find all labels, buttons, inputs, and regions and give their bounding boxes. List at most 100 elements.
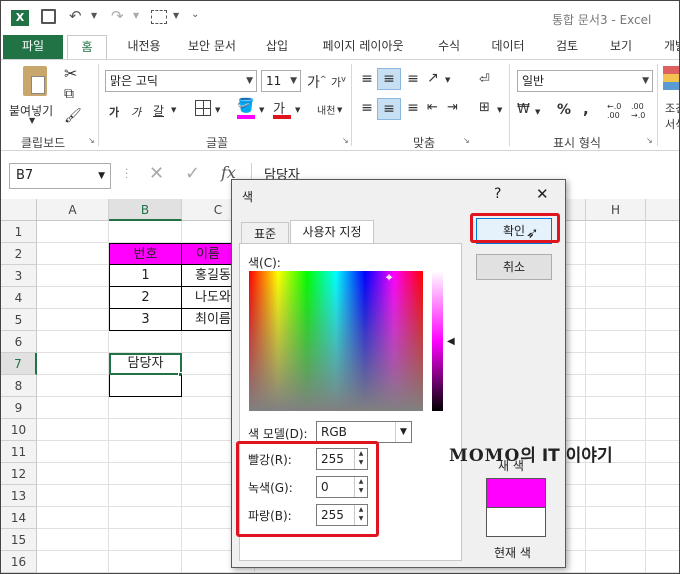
row-header-1[interactable]: 1 bbox=[1, 221, 37, 243]
cell-b5[interactable]: 3 bbox=[109, 309, 182, 331]
font-size-select[interactable]: 11 ▼ bbox=[261, 70, 301, 92]
align-center-icon[interactable]: ≡ bbox=[377, 98, 401, 120]
row-header-9[interactable]: 9 bbox=[1, 397, 37, 419]
align-bottom-icon[interactable]: ≡ bbox=[403, 70, 423, 90]
font-shrink-icon[interactable]: 가v bbox=[331, 74, 346, 90]
align-left-icon[interactable]: ≡ bbox=[357, 100, 377, 120]
row-header-3[interactable]: 3 bbox=[1, 265, 37, 287]
align-middle-icon[interactable]: ≡ bbox=[377, 68, 401, 90]
number-launcher-icon[interactable]: ↘ bbox=[646, 136, 653, 145]
redo-icon[interactable]: ↷ bbox=[111, 7, 124, 25]
select-object-icon[interactable] bbox=[151, 10, 167, 24]
row-header-14[interactable]: 14 bbox=[1, 507, 37, 529]
currency-icon[interactable]: ₩ bbox=[517, 102, 530, 117]
column-header-b[interactable]: B bbox=[109, 199, 182, 221]
cancel-button[interactable]: 취소 bbox=[476, 254, 552, 280]
increase-decimal-icon[interactable]: ←.0.00 bbox=[607, 102, 621, 120]
cancel-entry-icon[interactable]: ✕ bbox=[149, 163, 164, 184]
conditional-formatting-label[interactable]: 조건 bbox=[665, 100, 679, 116]
phonetic-dropdown-icon[interactable]: ▼ bbox=[337, 106, 342, 114]
cut-icon[interactable]: ✂ bbox=[64, 64, 77, 83]
cell-c3[interactable]: 홍길동 bbox=[181, 265, 233, 287]
color-model-select[interactable]: RGB ▼ bbox=[316, 421, 412, 443]
tab-review[interactable]: 검토 bbox=[547, 35, 587, 59]
orientation-icon[interactable]: ↗ bbox=[427, 70, 439, 86]
phonetic-guide-icon[interactable]: 내천 bbox=[317, 102, 335, 117]
tab-formulas[interactable]: 수식 bbox=[429, 35, 469, 59]
tab-insert[interactable]: 삽입 bbox=[257, 35, 297, 59]
quick-access-customize-icon[interactable]: ⌄ bbox=[191, 9, 199, 20]
percent-icon[interactable]: % bbox=[557, 102, 571, 118]
tab-data[interactable]: 데이터 bbox=[483, 35, 533, 59]
column-header-g[interactable] bbox=[566, 199, 586, 221]
decrease-decimal-icon[interactable]: .00 →.0 bbox=[631, 102, 645, 120]
italic-icon[interactable]: 가 bbox=[131, 104, 141, 120]
color-spectrum-picker[interactable] bbox=[249, 271, 423, 411]
cell-c5[interactable]: 최이름 bbox=[181, 309, 233, 331]
row-header-4[interactable]: 4 bbox=[1, 287, 37, 309]
row-header-13[interactable]: 13 bbox=[1, 485, 37, 507]
tab-my-use[interactable]: 내전용 bbox=[115, 35, 173, 59]
row-header-11[interactable]: 11 bbox=[1, 441, 37, 463]
redo-dropdown-icon[interactable]: ▼ bbox=[133, 11, 139, 20]
cell-c2-header-name[interactable]: 이름 bbox=[181, 243, 233, 265]
number-format-select[interactable]: 일반 ▼ bbox=[517, 70, 653, 92]
conditional-formatting-icon[interactable] bbox=[663, 66, 679, 90]
orientation-dropdown-icon[interactable]: ▼ bbox=[445, 76, 450, 84]
merge-dropdown-icon[interactable]: ▼ bbox=[497, 106, 502, 114]
tab-custom[interactable]: 사용자 지정 bbox=[290, 220, 374, 245]
row-header-6[interactable]: 6 bbox=[1, 331, 37, 353]
align-top-icon[interactable]: ≡ bbox=[357, 70, 377, 90]
underline-icon[interactable]: 갈 bbox=[153, 102, 164, 119]
font-launcher-icon[interactable]: ↘ bbox=[342, 136, 349, 145]
row-header-7[interactable]: 7 bbox=[1, 353, 37, 375]
tab-file[interactable]: 파일 bbox=[3, 35, 63, 59]
border-icon[interactable] bbox=[195, 100, 211, 116]
cell-b7-active[interactable]: 담당자 bbox=[109, 353, 182, 375]
decrease-indent-icon[interactable]: ⇤ bbox=[427, 100, 438, 115]
font-color-dropdown-icon[interactable]: ▼ bbox=[295, 106, 300, 114]
tab-security[interactable]: 보안 문서 bbox=[181, 35, 243, 59]
cell-c4[interactable]: 나도와 bbox=[181, 287, 233, 309]
conditional-formatting-label-2[interactable]: 서식 bbox=[665, 116, 679, 132]
bold-icon[interactable]: 가 bbox=[109, 104, 119, 120]
save-icon[interactable] bbox=[41, 9, 56, 24]
row-header-10[interactable]: 10 bbox=[1, 419, 37, 441]
fill-color-icon[interactable]: 🪣 bbox=[237, 98, 255, 119]
undo-dropdown-icon[interactable]: ▼ bbox=[91, 11, 97, 20]
comma-icon[interactable]: , bbox=[583, 100, 589, 118]
row-header-15[interactable]: 15 bbox=[1, 529, 37, 551]
increase-indent-icon[interactable]: ⇥ bbox=[447, 100, 458, 115]
font-color-icon[interactable]: 가 bbox=[273, 98, 291, 119]
cell-b2-header-num[interactable]: 번호 bbox=[109, 243, 182, 265]
tab-home[interactable]: 홈 bbox=[67, 35, 107, 59]
row-header-2[interactable]: 2 bbox=[1, 243, 37, 265]
formula-bar-splitter-icon[interactable]: · · · bbox=[125, 166, 128, 184]
name-box[interactable]: B7 ▼ bbox=[9, 163, 111, 189]
help-button[interactable]: ? bbox=[494, 186, 501, 202]
font-grow-icon[interactable]: 가^ bbox=[307, 72, 327, 92]
align-right-icon[interactable]: ≡ bbox=[403, 100, 423, 120]
undo-icon[interactable]: ↶ bbox=[69, 7, 82, 25]
close-icon[interactable]: ✕ bbox=[536, 185, 549, 203]
row-header-16[interactable]: 16 bbox=[1, 551, 37, 573]
tab-view[interactable]: 보기 bbox=[601, 35, 641, 59]
paste-icon[interactable] bbox=[23, 66, 47, 96]
fill-dropdown-icon[interactable]: ▼ bbox=[259, 106, 264, 114]
tab-developer[interactable]: 개발 bbox=[655, 35, 679, 59]
font-name-select[interactable]: 맑은 고딕 ▼ bbox=[105, 70, 257, 92]
underline-dropdown-icon[interactable]: ▼ bbox=[171, 106, 176, 114]
merge-center-icon[interactable]: ⊞ bbox=[479, 100, 490, 115]
alignment-launcher-icon[interactable]: ↘ bbox=[463, 136, 470, 145]
border-dropdown-icon[interactable]: ▼ bbox=[215, 106, 220, 114]
confirm-entry-icon[interactable]: ✓ bbox=[185, 163, 200, 184]
cell-b4[interactable]: 2 bbox=[109, 287, 182, 309]
luminance-arrow-icon[interactable]: ◀ bbox=[447, 336, 455, 347]
currency-dropdown-icon[interactable]: ▼ bbox=[535, 108, 540, 116]
select-all-button[interactable] bbox=[1, 199, 37, 221]
copy-icon[interactable]: ⧉ bbox=[64, 86, 74, 102]
wrap-text-icon[interactable]: ⏎ bbox=[479, 72, 490, 87]
cell-b8[interactable] bbox=[109, 375, 182, 397]
column-header-a[interactable]: A bbox=[37, 199, 109, 221]
format-painter-icon[interactable]: 🖌 bbox=[64, 108, 82, 124]
